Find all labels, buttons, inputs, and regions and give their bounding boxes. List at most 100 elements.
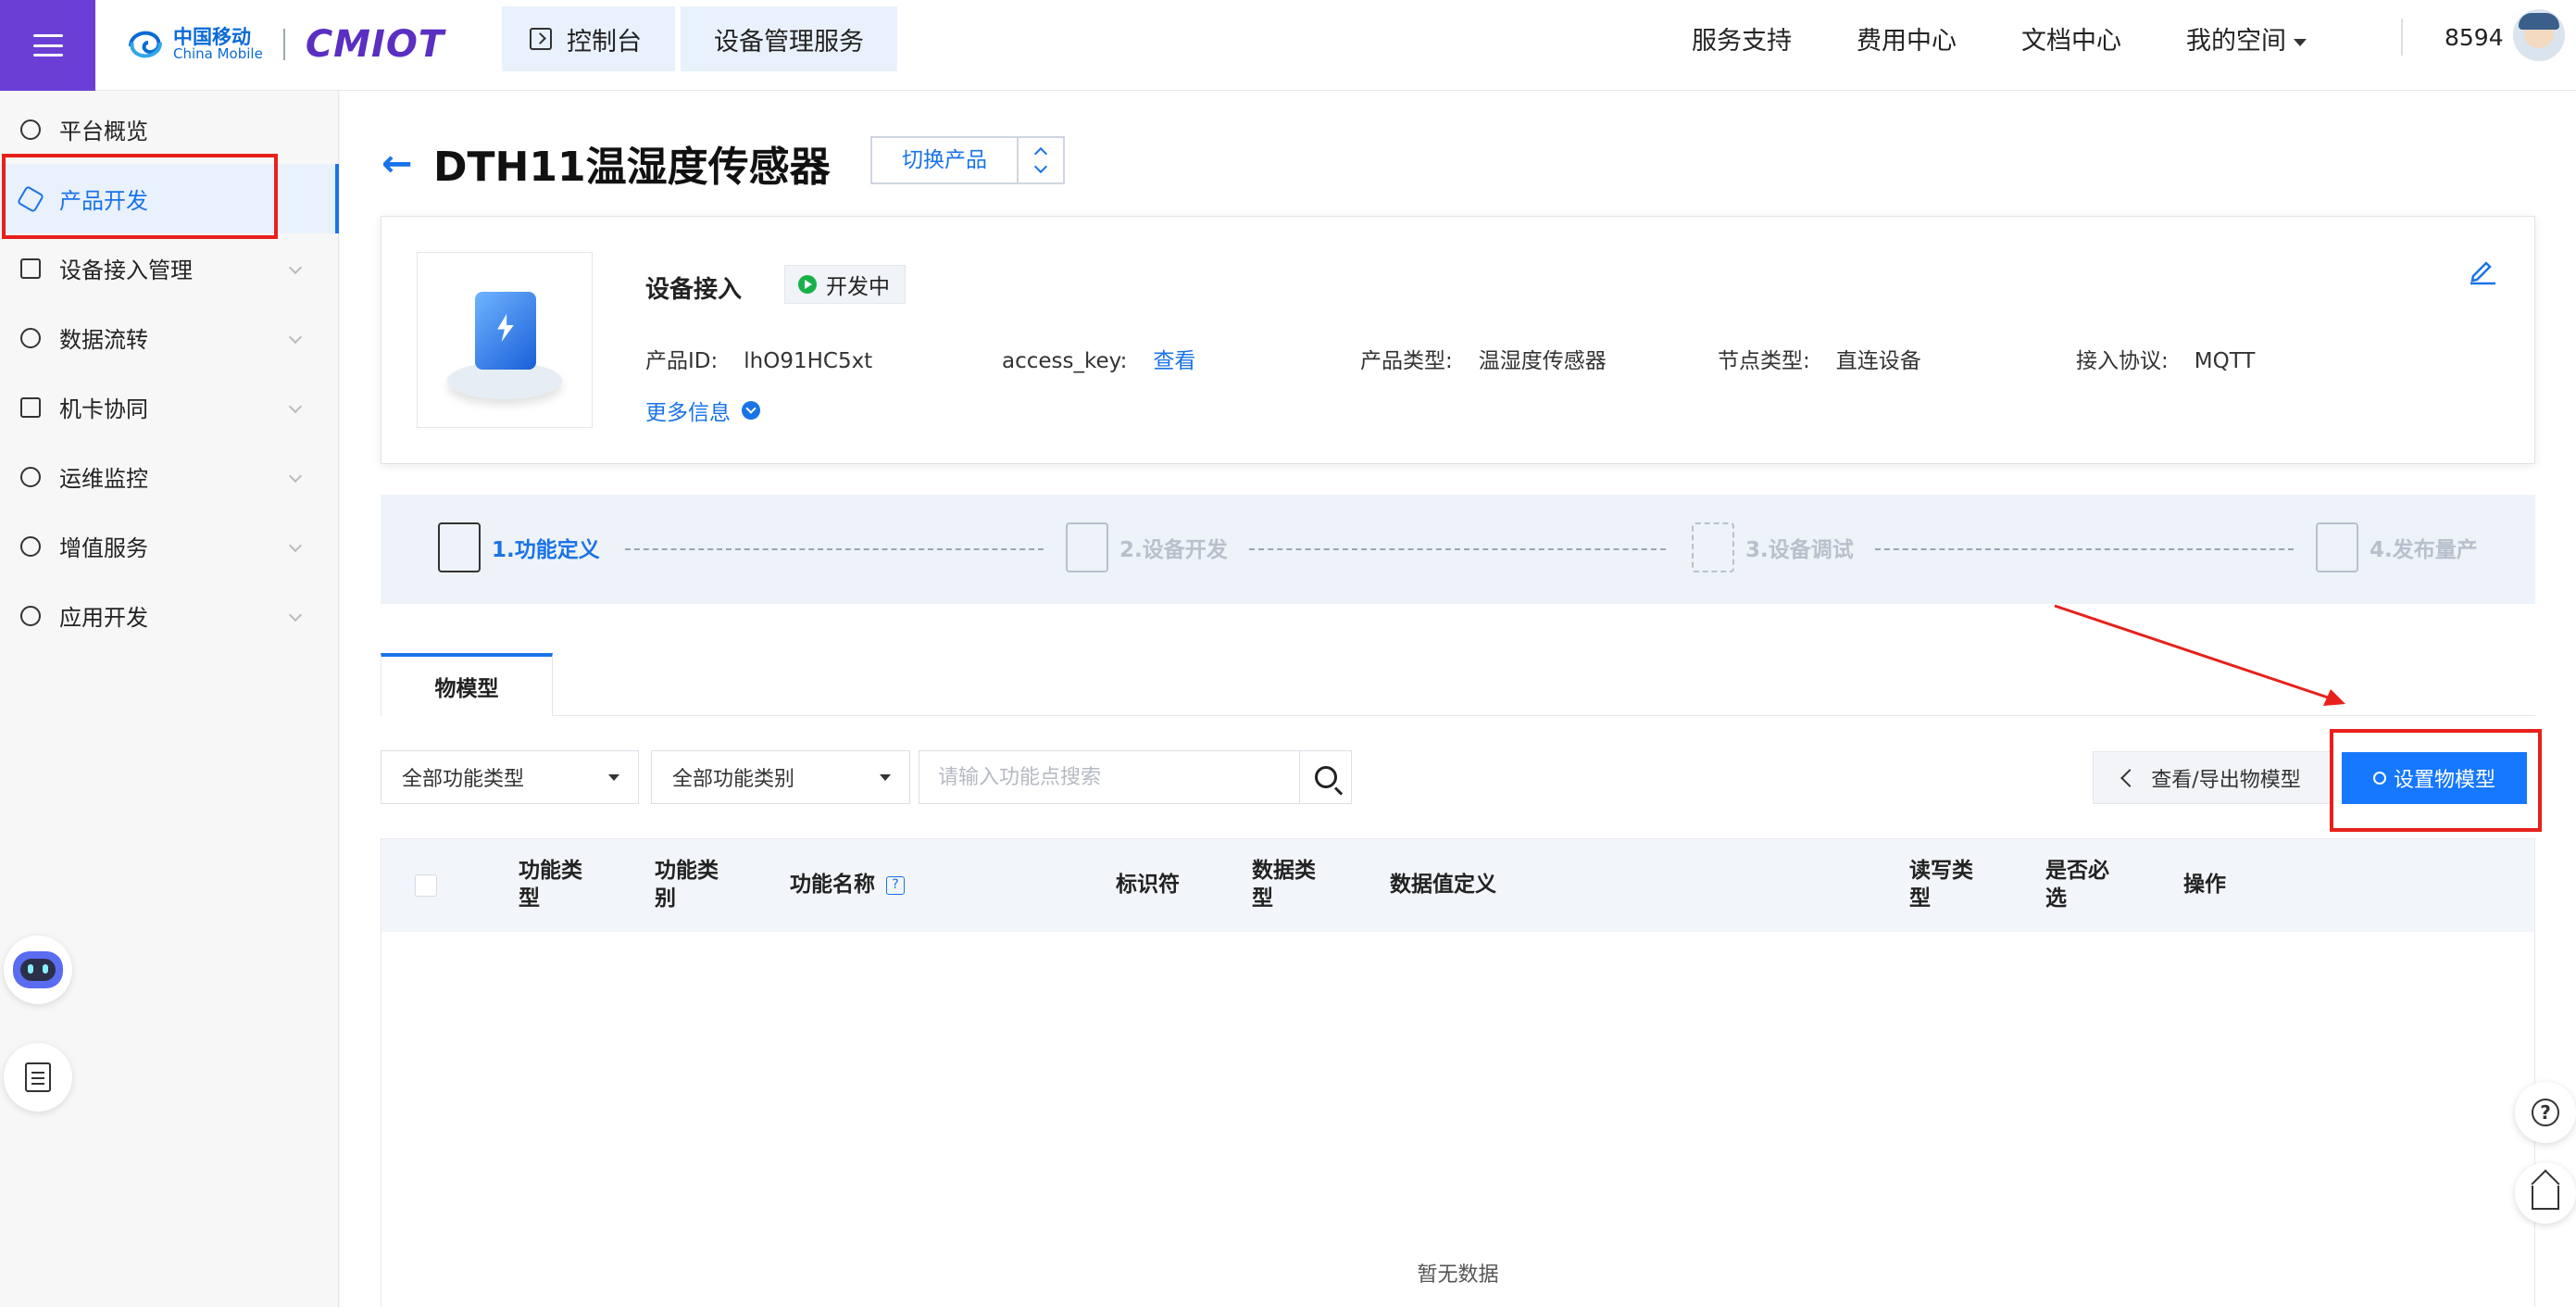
- caret-down-icon: [608, 774, 619, 781]
- user-id[interactable]: 8594: [2445, 24, 2504, 51]
- product-type-value: 温湿度传感器: [1478, 349, 1607, 373]
- device-icon: [20, 258, 41, 279]
- chevron-down-icon: [288, 330, 303, 345]
- printer-icon: [1066, 522, 1108, 572]
- step-device-debug[interactable]: 3.设备调试: [1692, 522, 1854, 572]
- function-definition-icon: [438, 522, 481, 572]
- col-function-name-label: 功能名称: [790, 873, 875, 898]
- monitor-icon: [20, 466, 41, 487]
- breadcrumb-console-label: 控制台: [567, 27, 642, 57]
- function-category-select[interactable]: 全部功能类别: [651, 750, 910, 804]
- sidebar-item-value-added[interactable]: 增值服务: [0, 511, 339, 581]
- breadcrumb: 控制台 设备管理服务: [502, 6, 897, 71]
- switch-toggle-icon[interactable]: [1017, 138, 1063, 182]
- china-mobile-logo: 中国移动 China Mobile: [125, 26, 263, 63]
- home-service-button[interactable]: [2515, 1162, 2576, 1224]
- app-icon: [20, 605, 41, 626]
- col-function-category: 功能类 别: [655, 859, 719, 911]
- more-info-link[interactable]: 更多信息: [645, 395, 760, 426]
- sidebar-item-app-dev[interactable]: 应用开发: [0, 581, 339, 650]
- chevron-down-icon: [288, 260, 303, 275]
- step-label: 4.发布量产: [2370, 538, 2478, 562]
- document-icon: [25, 1062, 51, 1092]
- play-icon: [798, 275, 817, 294]
- ai-assistant-button[interactable]: [4, 936, 72, 1004]
- table-header: 功能类 型 功能类 别 功能名称? 标识符 数据类 型 数据值定义 读写类 型 …: [381, 839, 2534, 932]
- robot-icon: [13, 951, 63, 988]
- breadcrumb-device-management[interactable]: 设备管理服务: [681, 6, 897, 71]
- chevron-down-icon: [288, 399, 303, 414]
- help-button[interactable]: ?: [2515, 1082, 2576, 1143]
- nav-service-support[interactable]: 服务支持: [1692, 20, 1792, 57]
- step-progress: 1.功能定义 2.设备开发 3.设备调试 4.发布量产: [381, 495, 2535, 604]
- step-function-definition[interactable]: 1.功能定义: [438, 522, 600, 572]
- top-bar: 中国移动 China Mobile CMIOT 控制台 设备管理服务 服务支持 …: [0, 0, 2576, 91]
- caret-down-icon: [880, 774, 891, 781]
- view-export-model-button[interactable]: 查看/导出物模型: [2093, 751, 2332, 804]
- hamburger-menu-button[interactable]: [0, 0, 95, 91]
- function-type-select[interactable]: 全部功能类型: [381, 750, 639, 804]
- col-identifier: 标识符: [1116, 873, 1180, 898]
- status-badge: 开发中: [784, 265, 906, 304]
- checklist-icon: [2316, 522, 2358, 572]
- sidebar-item-label: 机卡协同: [59, 396, 148, 422]
- step-label: 2.设备开发: [1119, 538, 1228, 562]
- node-type-value: 直连设备: [1835, 349, 1921, 373]
- switch-product-button[interactable]: 切换产品: [872, 138, 1017, 182]
- sidebar-item-ops-monitor[interactable]: 运维监控: [0, 442, 339, 511]
- sidebar-item-card-collab[interactable]: 机卡协同: [0, 372, 339, 442]
- col-data-definition: 数据值定义: [1390, 873, 1496, 898]
- protocol-label: 接入协议:: [2076, 349, 2169, 373]
- logo[interactable]: 中国移动 China Mobile CMIOT: [125, 17, 444, 72]
- hamburger-icon: [32, 34, 63, 57]
- breadcrumb-console[interactable]: 控制台: [502, 6, 675, 71]
- edit-icon[interactable]: [2468, 256, 2497, 285]
- product-info-card: 设备接入 开发中 产品ID: lhO91HC5xt access_key: 查看 产…: [381, 216, 2535, 464]
- sidebar-item-data-flow[interactable]: 数据流转: [0, 303, 339, 372]
- card-icon: [20, 396, 41, 418]
- nav-billing-center[interactable]: 费用中心: [1857, 20, 1957, 57]
- access-key-field: access_key: 查看: [1002, 343, 1195, 374]
- product-type-label: 产品类型:: [1360, 349, 1453, 373]
- col-data-type: 数据类 型: [1252, 859, 1316, 911]
- avatar[interactable]: [2513, 9, 2565, 61]
- sidebar-item-device-access[interactable]: 设备接入管理: [0, 233, 339, 303]
- house-icon: [2532, 1186, 2559, 1210]
- select-all-checkbox[interactable]: [415, 874, 437, 897]
- back-arrow-icon[interactable]: ←: [381, 143, 413, 185]
- search-box: [919, 750, 1352, 804]
- notes-button[interactable]: [4, 1043, 72, 1112]
- search-button[interactable]: [1299, 751, 1351, 803]
- question-icon: ?: [2532, 1099, 2559, 1126]
- protocol-value: MQTT: [2194, 349, 2256, 373]
- node-type-label: 节点类型:: [1718, 349, 1810, 373]
- sidebar: 平台概览 产品开发 设备接入管理 数据流转 机卡协同 运维监控 增值服务 应用开…: [0, 91, 339, 1307]
- tab-bar: 物模型: [381, 653, 2535, 716]
- switch-product-control[interactable]: 切换产品: [870, 136, 1065, 184]
- step-device-development[interactable]: 2.设备开发: [1066, 522, 1228, 572]
- sidebar-item-label: 数据流转: [59, 327, 148, 353]
- flow-icon: [20, 327, 41, 348]
- access-key-view-link[interactable]: 查看: [1153, 349, 1195, 373]
- product-id-field: 产品ID: lhO91HC5xt: [645, 343, 872, 374]
- view-export-model-label: 查看/导出物模型: [2151, 768, 2301, 792]
- step-release[interactable]: 4.发布量产: [2316, 522, 2478, 572]
- thing-model-table: 功能类 型 功能类 别 功能名称? 标识符 数据类 型 数据值定义 读写类 型 …: [381, 838, 2535, 1307]
- tab-thing-model[interactable]: 物模型: [381, 653, 553, 716]
- help-icon[interactable]: ?: [886, 876, 905, 895]
- nav-doc-center[interactable]: 文档中心: [2021, 20, 2121, 57]
- search-input[interactable]: [919, 751, 1299, 803]
- product-type-field: 产品类型: 温湿度传感器: [1360, 343, 1607, 374]
- col-rw-type: 读写类 型: [1909, 859, 1973, 911]
- export-icon: [2120, 768, 2140, 787]
- sidebar-item-label: 平台概览: [59, 119, 148, 145]
- col-function-type: 功能类 型: [519, 859, 582, 911]
- china-mobile-swirl-icon: [129, 31, 162, 58]
- highlight-box-product-dev: [2, 154, 278, 239]
- highlight-box-setup-model: [2330, 729, 2542, 832]
- step-connector: [625, 548, 1044, 550]
- col-function-name: 功能名称?: [790, 839, 905, 932]
- page-title: DTH11温湿度传感器: [433, 144, 831, 191]
- nav-my-space[interactable]: 我的空间: [2186, 20, 2307, 57]
- step-connector: [1875, 548, 2294, 550]
